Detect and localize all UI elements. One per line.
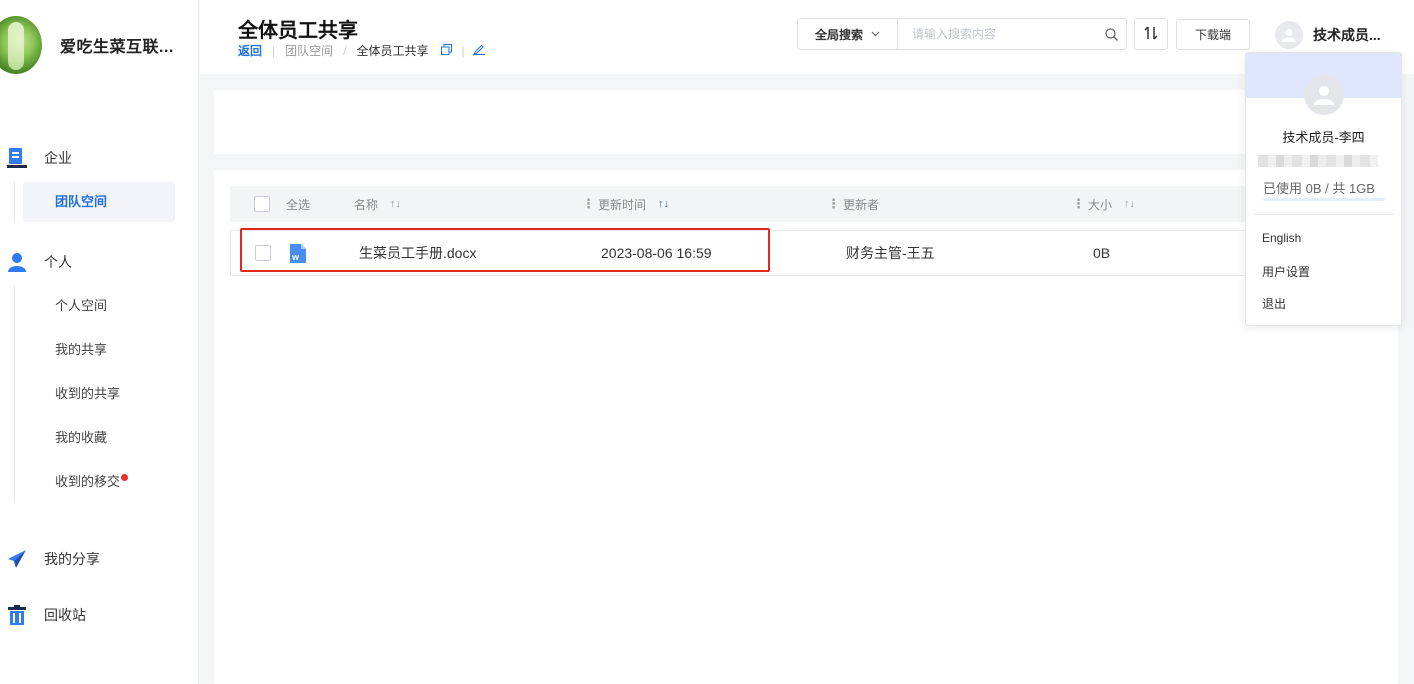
column-header-size-label: 大小 <box>1088 197 1113 212</box>
nav-group-enterprise: 企业 团队空间 <box>0 138 199 226</box>
sort-button[interactable] <box>1134 18 1168 50</box>
chevron-down-icon <box>871 29 880 40</box>
nav-recycle-bin-label: 回收站 <box>44 607 86 623</box>
storage-usage: 已使用 0B / 共 1GB <box>1263 181 1375 196</box>
sidebar-item-team-space[interactable]: 团队空间 <box>23 182 175 222</box>
file-updated-at: 2023-08-06 16:59 <box>601 245 712 261</box>
menu-item-user-settings[interactable]: 用户设置 <box>1262 263 1310 280</box>
user-menu-dropdown: 技术成员-李四 已使用 0B / 共 1GB English 用户设置 退出 <box>1245 52 1402 326</box>
sidebar: 爱吃生菜互联... 企业 团队空间 个人 个人空间 我的共享 收到的共享 我的收… <box>0 0 199 684</box>
user-icon <box>7 252 27 272</box>
select-all-checkbox[interactable] <box>254 196 270 212</box>
column-header-updater[interactable]: 更新者 <box>843 196 879 213</box>
nav-personal-label: 个人 <box>44 254 72 270</box>
file-name[interactable]: 生菜员工手册.docx <box>359 243 476 263</box>
nav-recycle-bin[interactable]: 回收站 <box>0 595 199 635</box>
menu-divider <box>1254 214 1394 215</box>
avatar <box>1275 21 1303 49</box>
nav-enterprise-label: 企业 <box>44 150 72 166</box>
sort-icon: ↑↓ <box>1124 198 1136 210</box>
redacted-info <box>1258 155 1378 167</box>
copy-icon[interactable] <box>440 43 452 58</box>
sort-icon <box>1144 25 1158 43</box>
file-size: 0B <box>1093 245 1111 261</box>
page-title: 全体员工共享 <box>238 20 358 42</box>
column-header-updated-at-label: 更新时间 <box>598 197 647 212</box>
user-name-short: 技术成员... <box>1313 27 1381 43</box>
menu-item-logout[interactable]: 退出 <box>1262 295 1286 312</box>
column-header-updated-at[interactable]: 更新时间 ↑↓ <box>598 196 669 213</box>
svg-text:w: w <box>291 252 300 262</box>
breadcrumb-divider: | <box>461 43 465 58</box>
search-scope-select[interactable]: 全局搜索 <box>798 19 898 49</box>
sidebar-item-received-shares[interactable]: 收到的共享 <box>23 374 175 414</box>
sidebar-item-personal-space[interactable]: 个人空间 <box>23 286 175 326</box>
nav-my-share-label: 我的分享 <box>44 551 100 567</box>
menu-item-english[interactable]: English <box>1262 231 1301 245</box>
sidebar-item-my-favorites[interactable]: 我的收藏 <box>23 418 175 458</box>
sidebar-item-received-transfers[interactable]: 收到的移交 <box>23 462 175 502</box>
download-client-button[interactable]: 下载端 <box>1176 19 1250 50</box>
avatar <box>1304 75 1344 115</box>
search-icon[interactable] <box>1096 27 1126 41</box>
nav-enterprise[interactable]: 企业 <box>0 138 199 178</box>
sidebar-item-my-shares[interactable]: 我的共享 <box>23 330 175 370</box>
column-resize-handle[interactable]: ⋮ <box>827 196 840 212</box>
file-list-panel: 全选 名称 ↑↓ ⋮ 更新时间 ↑↓ ⋮ 更新者 ⋮ 大小 ↑↓ w 生菜员工手… <box>214 170 1398 684</box>
nav-group-recycle: 回收站 <box>0 595 199 635</box>
column-header-name-label: 名称 <box>354 197 379 212</box>
search-box: 全局搜索 <box>797 18 1127 50</box>
building-icon <box>7 148 27 168</box>
nav-group-personal: 个人 个人空间 我的共享 收到的共享 我的收藏 收到的移交 <box>0 242 199 506</box>
notification-dot <box>121 474 129 481</box>
header: 全体员工共享 返回 | 团队空间 / 全体员工共享 | 全局搜索 下载端 <box>200 0 1414 74</box>
user-menu-trigger[interactable]: 技术成员... <box>1275 20 1381 50</box>
breadcrumb-parent[interactable]: 团队空间 <box>285 42 333 59</box>
brand-name: 爱吃生菜互联... <box>60 39 174 56</box>
search-scope-label: 全局搜索 <box>814 27 863 42</box>
back-link[interactable]: 返回 <box>238 42 262 59</box>
table-header: 全选 名称 ↑↓ ⋮ 更新时间 ↑↓ ⋮ 更新者 ⋮ 大小 ↑↓ <box>230 186 1398 222</box>
storage-usage-bar <box>1263 198 1385 201</box>
file-updater: 财务主管-王五 <box>846 245 935 261</box>
brand-logo <box>0 16 42 74</box>
brand[interactable]: 爱吃生菜互联... <box>0 14 199 76</box>
trash-icon <box>7 605 27 625</box>
search-input[interactable] <box>898 20 1096 48</box>
row-checkbox[interactable] <box>255 245 271 261</box>
column-header-name[interactable]: 名称 ↑↓ <box>354 196 401 213</box>
sort-icon: ↑↓ <box>658 198 670 210</box>
breadcrumb-divider: | <box>272 43 276 58</box>
select-all-label: 全选 <box>286 197 311 212</box>
breadcrumb-separator: / <box>343 43 347 58</box>
toolbar-panel <box>214 90 1398 154</box>
nav-group-share: 我的分享 <box>0 539 199 579</box>
column-resize-handle[interactable]: ⋮ <box>582 196 595 212</box>
breadcrumb-current: 全体员工共享 <box>356 44 429 58</box>
paper-plane-icon <box>7 549 27 569</box>
nav-my-share[interactable]: 我的分享 <box>0 539 199 579</box>
nav-personal[interactable]: 个人 <box>0 242 199 282</box>
edit-icon[interactable] <box>472 43 485 58</box>
column-header-size[interactable]: 大小 ↑↓ <box>1088 196 1135 213</box>
column-resize-handle[interactable]: ⋮ <box>1072 196 1085 212</box>
sort-icon: ↑↓ <box>390 198 402 210</box>
word-doc-icon: w <box>289 243 307 264</box>
breadcrumb: 返回 | 团队空间 / 全体员工共享 | <box>238 42 485 59</box>
personal-sub-list: 个人空间 我的共享 收到的共享 我的收藏 收到的移交 <box>14 286 199 502</box>
sidebar-item-received-transfers-label: 收到的移交 <box>55 474 121 489</box>
enterprise-sub-list: 团队空间 <box>14 182 199 222</box>
user-full-name: 技术成员-李四 <box>1282 130 1365 145</box>
table-row[interactable]: w 生菜员工手册.docx 2023-08-06 16:59 财务主管-王五 0… <box>230 230 1398 276</box>
